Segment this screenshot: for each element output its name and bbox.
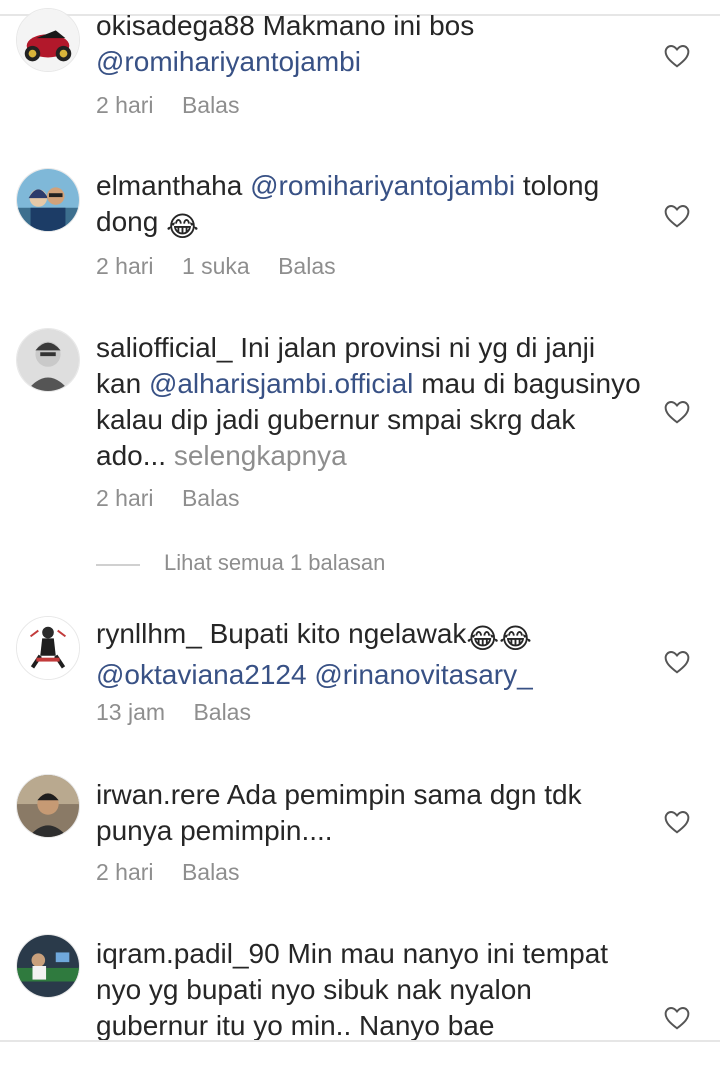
- avatar[interactable]: [16, 934, 80, 998]
- comment-item: iqram.padil_90 Min mau nanyo ini tempat …: [0, 0, 720, 1040]
- heart-outline-icon[interactable]: [664, 1006, 690, 1030]
- bottom-divider: [0, 1040, 720, 1042]
- avatar-image: [17, 935, 79, 997]
- comment-username[interactable]: iqram.padil_90: [96, 938, 280, 969]
